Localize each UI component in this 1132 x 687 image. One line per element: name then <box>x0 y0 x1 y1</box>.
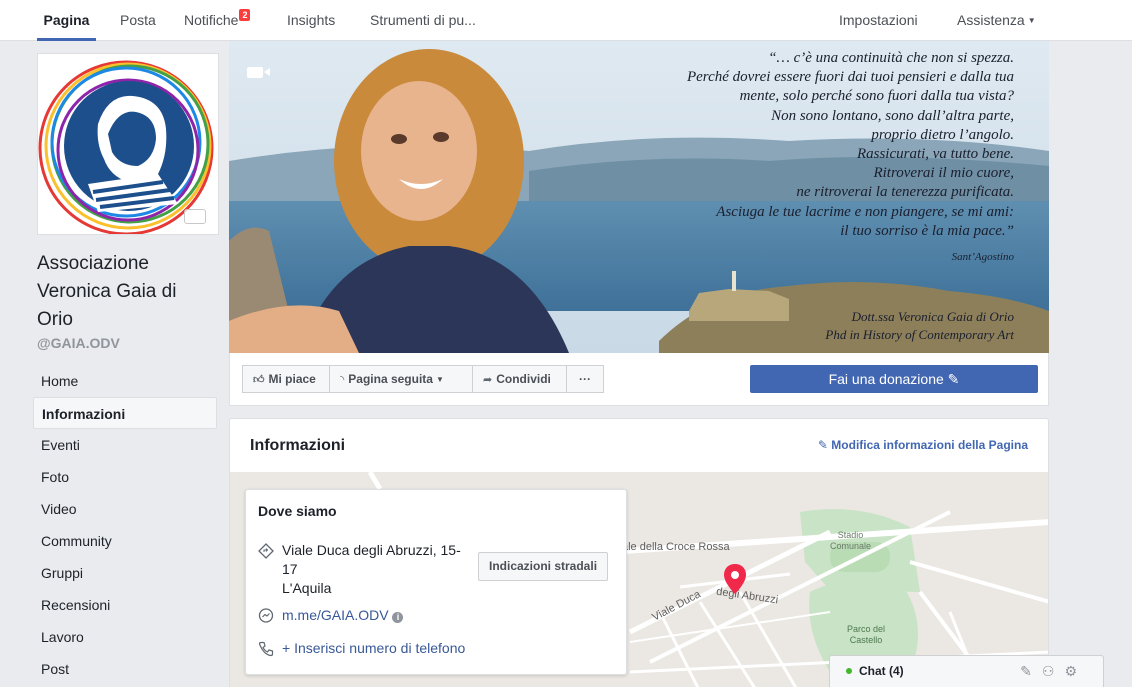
sidebar-item-community[interactable]: Community <box>33 525 217 557</box>
caret-down-icon: ▼ <box>435 374 444 384</box>
location-details-card: Dove siamo Viale Duca degli Abruzzi, 15-… <box>245 489 627 675</box>
group-icon[interactable]: ⚇ <box>1042 663 1065 679</box>
tab-settings[interactable]: Impostazioni <box>839 0 918 41</box>
map-label-stadium: Stadio Comunale <box>830 530 872 551</box>
cover-quote: “… c’è una continuità che non si spezza.… <box>686 50 1014 239</box>
video-camera-lens-icon <box>264 68 270 76</box>
camera-icon[interactable] <box>184 209 206 224</box>
cover-photo[interactable]: “… c’è una continuità che non si spezza.… <box>229 41 1049 353</box>
cover-signature: Dott.ssa Veronica Gaia di Orio Phd in Hi… <box>825 309 1014 342</box>
share-button[interactable]: ➦ Condividi <box>472 365 567 393</box>
info-section-title: Informazioni <box>250 437 346 454</box>
share-arrow-icon: ➦ <box>483 374 493 386</box>
page-username[interactable]: @GAIA.ODV <box>37 335 120 351</box>
help-dropdown[interactable]: Assistenza ▼ <box>957 0 1036 41</box>
online-status-dot <box>846 668 852 674</box>
page-title: Associazione Veronica Gaia di Orio <box>37 253 177 330</box>
thumbs-up-icon: 👍︎ <box>253 374 265 386</box>
like-button[interactable]: 👍︎ Mi piace <box>242 365 330 393</box>
tab-publishing-tools[interactable]: Strumenti di pu... <box>370 0 476 41</box>
phone-icon <box>258 641 274 657</box>
sidebar-item-foto[interactable]: Foto <box>33 461 217 493</box>
donate-button[interactable]: Fai una donazione ✎ <box>750 365 1038 393</box>
compose-icon[interactable]: ✎ <box>1020 663 1042 679</box>
caret-down-icon: ▼ <box>1027 16 1036 26</box>
chat-bar[interactable]: Chat (4) ✎⚇⚙ <box>829 655 1104 687</box>
sidebar-item-gruppi[interactable]: Gruppi <box>33 557 217 589</box>
info-icon[interactable]: i <box>392 612 404 623</box>
map-pin-icon[interactable] <box>724 564 746 594</box>
messenger-link[interactable]: m.me/GAIA.ODV i <box>282 607 404 623</box>
tab-insights[interactable]: Insights <box>287 0 335 41</box>
edit-page-info-link[interactable]: ✎ Modifica informazioni della Pagina <box>818 438 1028 452</box>
page-sidebar-nav: Home Informazioni Eventi Foto Video Comm… <box>33 365 217 685</box>
sidebar-item-video[interactable]: Video <box>33 493 217 525</box>
following-button[interactable]: ◝ Pagina seguita ▼ <box>329 365 473 393</box>
sidebar-item-informazioni[interactable]: Informazioni <box>33 397 217 429</box>
sidebar-item-lavoro[interactable]: Lavoro <box>33 621 217 653</box>
messenger-icon <box>258 608 274 623</box>
location-title: Dove siamo <box>258 503 337 519</box>
notification-badge: 2 <box>239 9 251 21</box>
info-card: Informazioni ✎ Modifica informazioni del… <box>229 418 1049 687</box>
profile-picture[interactable] <box>37 53 219 235</box>
page-action-bar: 👍︎ Mi piace ◝ Pagina seguita ▼ ➦ Condividi ·… <box>229 353 1049 406</box>
directions-button[interactable]: Indicazioni stradali <box>478 552 609 581</box>
map-label-street: ale della Croce Rossa <box>622 541 730 553</box>
sidebar-item-home[interactable]: Home <box>33 365 217 397</box>
sidebar-item-recensioni[interactable]: Recensioni <box>33 589 217 621</box>
more-options-button[interactable]: ··· <box>566 365 604 393</box>
gear-icon[interactable]: ⚙ <box>1064 663 1087 679</box>
chat-label: Chat (4) <box>859 664 904 678</box>
sidebar-item-post[interactable]: Post <box>33 653 217 685</box>
directions-diamond-icon <box>258 543 274 559</box>
tab-pagina[interactable]: Pagina <box>37 0 96 41</box>
tab-notifiche[interactable]: Notifiche 2 <box>184 0 251 41</box>
profile-logo-image <box>38 54 218 234</box>
video-camera-icon[interactable] <box>247 67 263 78</box>
sidebar-item-eventi[interactable]: Eventi <box>33 429 217 461</box>
add-phone-link[interactable]: + Inserisci numero di telefono <box>282 640 465 656</box>
pencil-icon: ✎ <box>947 371 960 387</box>
pencil-icon: ✎ <box>817 438 828 452</box>
address: Viale Duca degli Abruzzi, 15-17 L'Aquila <box>282 542 461 596</box>
rss-icon: ◝ <box>340 374 345 386</box>
map-label-park: Parco del Castello <box>847 624 886 645</box>
tab-posta[interactable]: Posta <box>120 0 156 41</box>
quote-author: Sant’Agostino <box>951 251 1014 263</box>
page-admin-nav: Pagina Posta Notifiche 2 Insights Strumen… <box>0 0 1132 41</box>
